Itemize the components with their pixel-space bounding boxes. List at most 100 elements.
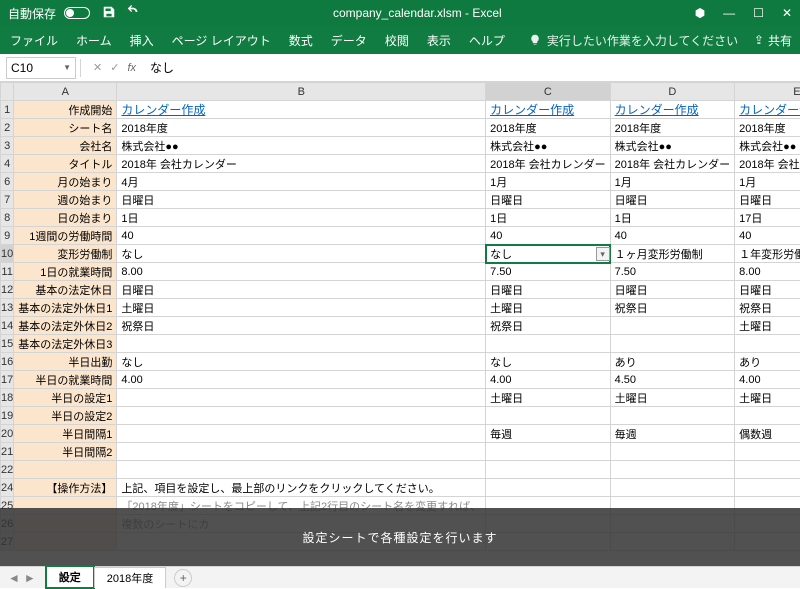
cell[interactable]: 【操作方法】 [14, 479, 117, 497]
row-header[interactable]: 6 [1, 173, 14, 191]
cell[interactable]: 1月 [486, 173, 611, 191]
cell[interactable]: 7.50 [486, 263, 611, 281]
cell[interactable]: 半日の就業時間 [14, 371, 117, 389]
cell[interactable]: 半日間隔1 [14, 425, 117, 443]
cell[interactable]: 日曜日 [117, 191, 486, 209]
cell[interactable]: １ヶ月変形労働制 [610, 245, 735, 263]
cell[interactable]: 1週間の労働時間 [14, 227, 117, 245]
cell[interactable]: なし [486, 353, 611, 371]
cell[interactable]: 1月 [735, 173, 800, 191]
cell[interactable] [117, 389, 486, 407]
cell[interactable]: 土曜日 [735, 389, 800, 407]
col-header-C[interactable]: C [486, 83, 611, 101]
tab-view[interactable]: 表示 [425, 28, 453, 53]
cell[interactable]: 株式会社●● [117, 137, 486, 155]
row-header[interactable]: 4 [1, 155, 14, 173]
cell[interactable]: 40 [117, 227, 486, 245]
cell[interactable]: 2018年度 [610, 119, 735, 137]
save-icon[interactable] [102, 5, 116, 22]
row-header[interactable]: 22 [1, 461, 14, 479]
cell[interactable] [486, 443, 611, 461]
minimize-icon[interactable]: — [723, 6, 735, 20]
column-headers[interactable]: A B C D E F [1, 83, 800, 101]
cell[interactable]: 土曜日 [117, 299, 486, 317]
cell[interactable] [117, 443, 486, 461]
select-all-corner[interactable] [1, 83, 14, 101]
cell[interactable] [117, 425, 486, 443]
create-calendar-link[interactable]: カレンダー作成 [490, 103, 574, 117]
col-header-A[interactable]: A [14, 83, 117, 101]
cell[interactable]: カレンダー作成 [486, 101, 611, 119]
cell[interactable] [610, 335, 735, 353]
cell[interactable]: 基本の法定外休日3 [14, 335, 117, 353]
cell[interactable]: なし▾▾ [486, 245, 611, 263]
create-calendar-link[interactable]: カレンダー作成 [121, 103, 205, 117]
cell[interactable]: 2018年度 [735, 119, 800, 137]
cell[interactable] [610, 443, 735, 461]
cell[interactable] [117, 407, 486, 425]
cell[interactable]: 土曜日 [486, 389, 611, 407]
col-header-E[interactable]: E [735, 83, 800, 101]
tab-help[interactable]: ヘルプ [467, 28, 507, 53]
sheet-nav[interactable]: ◄► [8, 571, 36, 585]
cell[interactable]: 半日出勤 [14, 353, 117, 371]
worksheet-grid[interactable]: A B C D E F 1作成開始カレンダー作成カレンダー作成カレンダー作成カレ… [0, 82, 800, 566]
cell[interactable]: 4.00 [735, 371, 800, 389]
cell[interactable]: 土曜日 [486, 299, 611, 317]
cell[interactable]: 2018年 会社カレンダー [610, 155, 735, 173]
cell[interactable]: 1日 [486, 209, 611, 227]
cell[interactable]: 半日の設定2 [14, 407, 117, 425]
chevron-down-icon[interactable]: ▼ [63, 63, 71, 72]
cell[interactable]: 日曜日 [735, 191, 800, 209]
cell[interactable]: 土曜日 [610, 389, 735, 407]
share-button[interactable]: ⇪ 共有 [754, 32, 792, 49]
row-header[interactable]: 11 [1, 263, 14, 281]
cell[interactable]: 40 [735, 227, 800, 245]
cell[interactable]: タイトル [14, 155, 117, 173]
cell[interactable]: 2018年 会社カレンダー [117, 155, 486, 173]
row-header[interactable]: 3 [1, 137, 14, 155]
cell[interactable]: 土曜日 [735, 317, 800, 335]
fx-icon[interactable]: fx [127, 62, 136, 74]
tab-formula[interactable]: 数式 [287, 28, 315, 53]
cell[interactable]: 株式会社●● [486, 137, 611, 155]
tab-file[interactable]: ファイル [8, 28, 60, 53]
row-header[interactable]: 21 [1, 443, 14, 461]
cell[interactable] [486, 461, 611, 479]
row-header[interactable]: 12 [1, 281, 14, 299]
tab-review[interactable]: 校閲 [383, 28, 411, 53]
undo-icon[interactable] [126, 5, 140, 22]
cell[interactable] [735, 407, 800, 425]
col-header-D[interactable]: D [610, 83, 735, 101]
cell[interactable]: カレンダー作成 [117, 101, 486, 119]
prev-sheet-icon[interactable]: ◄ [8, 571, 20, 585]
name-box[interactable]: C10 ▼ [6, 57, 76, 79]
row-header[interactable]: 8 [1, 209, 14, 227]
cell[interactable]: 17日 [735, 209, 800, 227]
cell[interactable]: 作成開始 [14, 101, 117, 119]
cell[interactable]: 株式会社●● [610, 137, 735, 155]
create-calendar-link[interactable]: カレンダー作成 [739, 103, 800, 117]
autosave-toggle[interactable]: 自動保存 [8, 5, 90, 22]
cell[interactable] [610, 407, 735, 425]
cell[interactable]: 40 [610, 227, 735, 245]
row-header[interactable]: 2 [1, 119, 14, 137]
cell[interactable]: 祝祭日 [117, 317, 486, 335]
cell[interactable]: 日曜日 [610, 191, 735, 209]
cell[interactable]: 日曜日 [486, 281, 611, 299]
cell[interactable]: 2018年 会社カレンダー [486, 155, 611, 173]
row-header[interactable]: 9 [1, 227, 14, 245]
cell[interactable]: 8.00 [117, 263, 486, 281]
create-calendar-link[interactable]: カレンダー作成 [615, 103, 699, 117]
cell[interactable] [486, 335, 611, 353]
toggle-switch-icon[interactable] [64, 7, 90, 19]
tab-insert[interactable]: 挿入 [128, 28, 156, 53]
cell[interactable]: 月の始まり [14, 173, 117, 191]
cell[interactable]: 偶数週 [735, 425, 800, 443]
cell[interactable]: あり [610, 353, 735, 371]
cell[interactable]: あり [735, 353, 800, 371]
add-sheet-button[interactable]: + [174, 569, 192, 587]
cell[interactable] [486, 479, 611, 497]
cell[interactable]: 1日 [117, 209, 486, 227]
cell[interactable]: 4.50 [610, 371, 735, 389]
